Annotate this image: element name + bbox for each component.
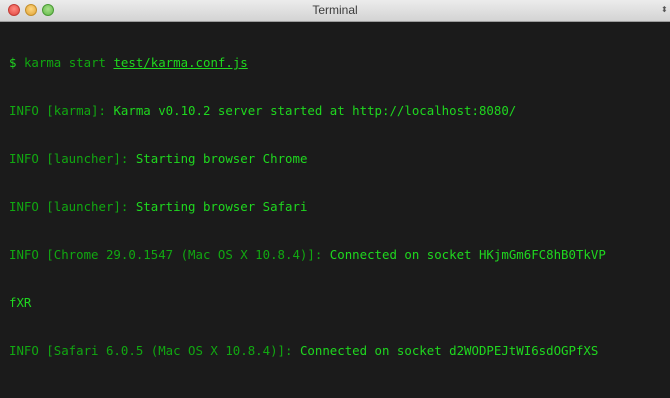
log-prefix: INFO [karma]:	[9, 103, 114, 118]
log-message: Karma v0.10.2 server started at http://l…	[113, 103, 517, 118]
prompt-symbol: $	[9, 55, 17, 70]
log-line: INFO [karma]: Karma v0.10.2 server start…	[9, 103, 667, 119]
resize-icon: ⬍	[661, 5, 668, 14]
log-prefix: INFO [Chrome 29.0.1547 (Mac OS X 10.8.4)…	[9, 247, 330, 262]
log-message: Starting browser Safari	[135, 199, 308, 214]
terminal-output: $ karma start test/karma.conf.js INFO [k…	[9, 23, 667, 391]
log-message: Connected on socket HKjmGm6FC8hB0TkVP	[329, 247, 606, 262]
scrollbar[interactable]	[665, 24, 669, 394]
title-bar[interactable]: Terminal ⬍	[0, 0, 670, 22]
log-prefix: INFO [launcher]:	[9, 151, 136, 166]
log-message: fXR	[9, 295, 32, 310]
log-line-wrap: fXR	[9, 295, 667, 311]
window-title: Terminal	[312, 3, 358, 17]
log-line: INFO [launcher]: Starting browser Safari	[9, 199, 667, 215]
log-message: Starting browser Chrome	[135, 151, 308, 166]
log-prefix: INFO [Safari 6.0.5 (Mac OS X 10.8.4)]:	[9, 343, 300, 358]
log-message: Connected on socket d2WODPEJtWI6sdOGPfXS	[299, 343, 599, 358]
terminal-content[interactable]: $ karma start test/karma.conf.js INFO [k…	[0, 22, 670, 398]
log-line: INFO [Chrome 29.0.1547 (Mac OS X 10.8.4)…	[9, 247, 667, 263]
command-line: $ karma start test/karma.conf.js	[9, 55, 667, 71]
command-argument: test/karma.conf.js	[113, 55, 248, 70]
log-line: INFO [Safari 6.0.5 (Mac OS X 10.8.4)]: C…	[9, 343, 667, 359]
log-prefix: INFO [launcher]:	[9, 199, 136, 214]
log-line: INFO [launcher]: Starting browser Chrome	[9, 151, 667, 167]
terminal-window: Terminal ⬍ $ karma start test/karma.conf…	[0, 0, 670, 398]
command-text: karma start	[23, 55, 106, 70]
